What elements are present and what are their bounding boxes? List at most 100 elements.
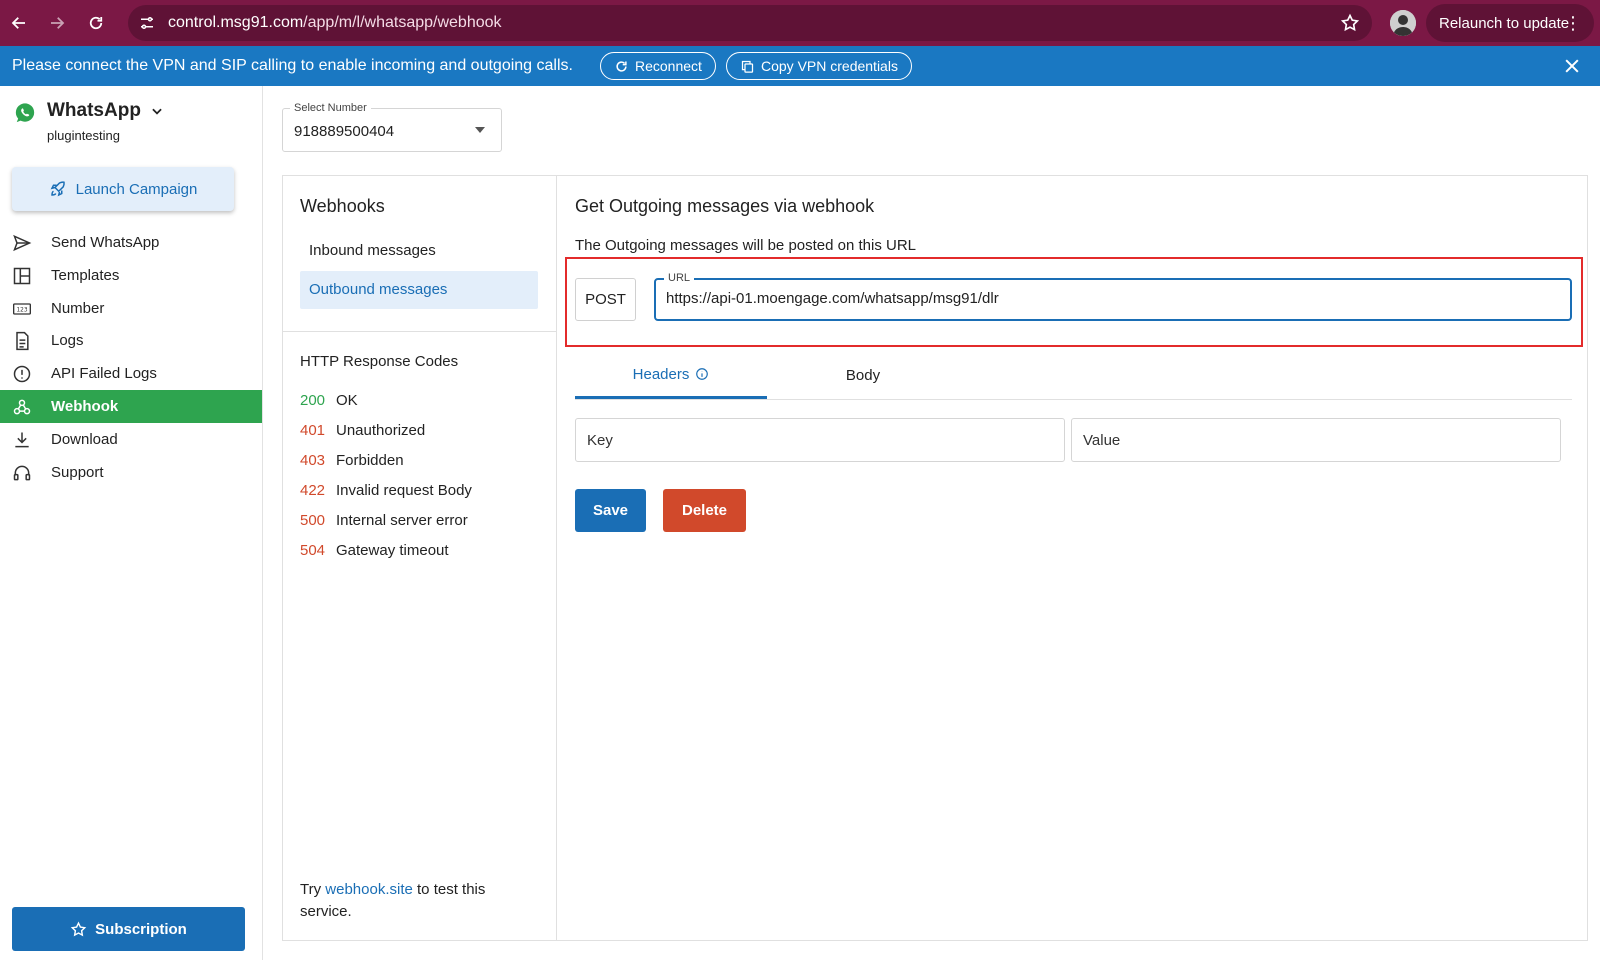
- http-code-row: 500 Internal server error: [300, 512, 468, 529]
- request-tabs: Headers Body: [575, 352, 1572, 400]
- address-bar[interactable]: control.msg91.com/app/m/l/whatsapp/webho…: [128, 5, 1372, 41]
- sidebar-item-label: Templates: [51, 266, 120, 284]
- headset-icon: [12, 463, 32, 483]
- http-code-row: 504 Gateway timeout: [300, 542, 449, 559]
- sidebar-item-label: Webhook: [51, 397, 119, 415]
- sidebar-item-label: API Failed Logs: [51, 365, 157, 383]
- http-method[interactable]: POST: [575, 278, 636, 321]
- browser-toolbar: control.msg91.com/app/m/l/whatsapp/webho…: [0, 0, 1600, 46]
- caret-down-icon: [475, 127, 485, 133]
- http-code-row: 403 Forbidden: [300, 452, 404, 469]
- sidebar-item-label: Support: [51, 463, 104, 481]
- forward-icon[interactable]: [43, 9, 71, 37]
- banner-message: Please connect the VPN and SIP calling t…: [12, 57, 573, 74]
- logs-icon: [12, 331, 32, 351]
- reconnect-button[interactable]: Reconnect: [600, 52, 716, 80]
- download-icon: [12, 430, 32, 450]
- http-code: 504: [300, 542, 326, 559]
- sidebar-item-webhook[interactable]: Webhook: [0, 389, 262, 423]
- save-button[interactable]: Save: [575, 489, 646, 532]
- menu-dots-icon[interactable]: ⋮: [1564, 14, 1582, 32]
- star-icon: [70, 920, 87, 936]
- sidebar-item-number[interactable]: 123 Number: [0, 292, 262, 325]
- subscription-button[interactable]: Subscription: [12, 907, 245, 951]
- select-number-dropdown[interactable]: Select Number 918889500404: [282, 102, 502, 152]
- sidebar-item-label: Number: [51, 299, 105, 317]
- reconnect-label: Reconnect: [635, 58, 702, 74]
- tab-headers[interactable]: Headers: [575, 352, 767, 399]
- sidebar-item-label: Send WhatsApp: [51, 234, 160, 251]
- outgoing-webhook-panel: Get Outgoing messages via webhook The Ou…: [557, 176, 1587, 940]
- templates-icon: [12, 266, 32, 286]
- webhook-site-link[interactable]: webhook.site: [325, 881, 413, 898]
- tab-inbound-messages[interactable]: Inbound messages: [300, 232, 538, 270]
- header-value-input[interactable]: [1071, 418, 1561, 462]
- sidebar-item-templates[interactable]: Templates: [0, 259, 262, 292]
- site-settings-icon[interactable]: [138, 14, 156, 32]
- refresh-icon: [616, 60, 627, 72]
- chevron-down-icon[interactable]: [150, 104, 164, 118]
- account-name: plugintesting: [47, 128, 120, 143]
- launch-campaign-button[interactable]: Launch Campaign: [12, 167, 234, 211]
- sidebar-item-label: Logs: [51, 332, 84, 350]
- url-host: control.msg91.com: [168, 14, 304, 31]
- url-label: URL: [664, 272, 695, 284]
- tab-body[interactable]: Body: [767, 352, 959, 399]
- subscription-label: Subscription: [95, 920, 187, 938]
- relaunch-button[interactable]: Relaunch to update ⋮: [1426, 4, 1594, 42]
- http-code: 422: [300, 482, 326, 499]
- http-code: 500: [300, 512, 326, 529]
- http-code-row: 422 Invalid request Body: [300, 482, 472, 499]
- copy-vpn-credentials-button[interactable]: Copy VPN credentials: [726, 52, 912, 80]
- outgoing-description: The Outgoing messages will be posted on …: [575, 237, 917, 254]
- sidebar-item-support[interactable]: Support: [0, 456, 262, 489]
- http-code-text: Invalid request Body: [336, 482, 472, 499]
- url-path: /app/m/l/whatsapp/webhook: [303, 14, 502, 31]
- back-icon[interactable]: [5, 9, 33, 37]
- header-key-input[interactable]: [575, 418, 1065, 462]
- svg-text:123: 123: [16, 307, 27, 313]
- sidebar: WhatsApp plugintesting Launch Campaign S…: [0, 86, 263, 960]
- sidebar-item-send-whatsapp[interactable]: Send WhatsApp: [0, 226, 262, 259]
- http-code: 200: [300, 392, 326, 409]
- info-icon: [696, 368, 709, 380]
- send-icon: [12, 233, 32, 253]
- reload-icon[interactable]: [82, 9, 110, 37]
- webhooks-title: Webhooks: [300, 196, 385, 216]
- sidebar-item-logs[interactable]: Logs: [0, 324, 262, 357]
- delete-button[interactable]: Delete: [663, 489, 746, 532]
- sidebar-item-label: Download: [51, 430, 118, 448]
- star-icon[interactable]: [1340, 13, 1360, 33]
- alert-icon: [12, 364, 32, 384]
- http-code-text: Internal server error: [336, 512, 468, 529]
- tab-outbound-messages[interactable]: Outbound messages: [300, 271, 538, 309]
- http-code-text: Unauthorized: [336, 422, 426, 439]
- http-code-text: Gateway timeout: [336, 542, 449, 559]
- copy-vpn-label: Copy VPN credentials: [761, 58, 898, 74]
- url-input[interactable]: [666, 290, 1546, 307]
- http-code: 401: [300, 422, 326, 439]
- relaunch-label: Relaunch to update: [1439, 14, 1570, 32]
- select-number-value: 918889500404: [294, 123, 395, 140]
- whatsapp-logo-icon: [14, 102, 36, 124]
- profile-avatar[interactable]: [1390, 10, 1416, 36]
- copy-icon: [741, 60, 754, 73]
- webhooks-panel: Webhooks Inbound messages Outbound messa…: [283, 176, 557, 940]
- try-webhook-site-note: Try webhook.site to test this service.: [300, 879, 540, 923]
- outgoing-title: Get Outgoing messages via webhook: [575, 196, 875, 216]
- http-code-row: 200 OK: [300, 392, 358, 409]
- address-url: control.msg91.com/app/m/l/whatsapp/webho…: [168, 14, 502, 32]
- sidebar-item-api-failed-logs[interactable]: API Failed Logs: [0, 357, 262, 390]
- tab-headers-label: Headers: [632, 365, 690, 383]
- sidebar-nav: Send WhatsApp Templates 123 Number Logs …: [0, 226, 262, 488]
- sidebar-item-download[interactable]: Download: [0, 423, 262, 456]
- app-switcher-title[interactable]: WhatsApp: [47, 100, 141, 122]
- http-code-text: Forbidden: [336, 452, 404, 469]
- close-icon[interactable]: [1562, 56, 1582, 76]
- url-field[interactable]: URL: [654, 272, 1572, 321]
- number-icon: 123: [12, 299, 32, 319]
- try-prefix: Try: [300, 881, 326, 898]
- tab-body-label: Body: [845, 367, 881, 384]
- launch-campaign-label: Launch Campaign: [75, 180, 198, 198]
- http-code-row: 401 Unauthorized: [300, 422, 425, 439]
